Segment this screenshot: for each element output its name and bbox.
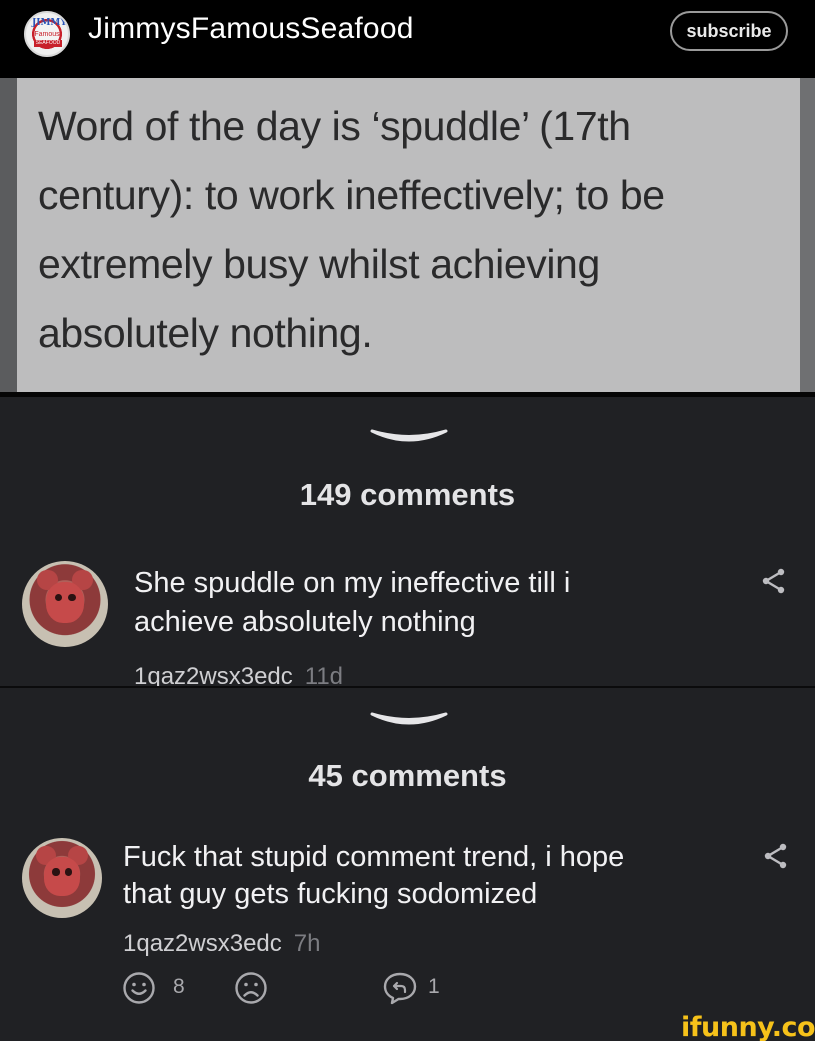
- share-icon[interactable]: [761, 567, 787, 595]
- avatar-art: [65, 868, 73, 876]
- post-text: Word of the day is ‘spuddle’ (17th centu…: [38, 92, 798, 368]
- subscribe-button[interactable]: subscribe: [670, 11, 788, 51]
- logo-text-top: JIMMY'S: [32, 18, 70, 28]
- channel-avatar[interactable]: JIMMY'S Famous SEAFOOD: [24, 11, 70, 57]
- avatar[interactable]: [22, 561, 108, 647]
- comment-time: 7h: [293, 930, 321, 957]
- avatar-art: [44, 857, 80, 896]
- comment-line: She spuddle on my ineffective till i: [134, 567, 571, 599]
- smile-count: 8: [173, 975, 185, 998]
- share-icon[interactable]: [763, 842, 789, 870]
- post-text-line: Word of the day is ‘spuddle’ (17th: [38, 103, 631, 149]
- comment-meta: 1qaz2wsx3edc 7h: [123, 930, 320, 958]
- post-text-line: century): to work ineffectively; to be: [38, 172, 665, 218]
- comments-count[interactable]: 45 comments: [0, 758, 815, 794]
- channel-header: JIMMY'S Famous SEAFOOD JimmysFamousSeafo…: [0, 0, 815, 78]
- post-image[interactable]: Word of the day is ‘spuddle’ (17th centu…: [0, 78, 815, 392]
- chevron-down-icon[interactable]: [368, 427, 450, 449]
- post-text-line: absolutely nothing.: [38, 310, 373, 356]
- frown-button[interactable]: [234, 971, 270, 1005]
- chevron-down-icon[interactable]: [368, 710, 450, 732]
- comment-username[interactable]: 1qaz2wsx3edc: [123, 930, 282, 957]
- ifunny-watermark: ifunny.co: [681, 1012, 815, 1041]
- comment-line: Fuck that stupid comment trend, i hope: [123, 841, 625, 873]
- comments-section: 45 comments Fuck that stupid comment tre…: [0, 688, 815, 1041]
- comments-count[interactable]: 149 comments: [0, 477, 815, 513]
- comment-text: She spuddle on my ineffective till i ach…: [134, 564, 714, 642]
- reply-button[interactable]: 1: [382, 971, 442, 1005]
- channel-name[interactable]: JimmysFamousSeafood: [88, 12, 414, 46]
- logo-text-bottom: SEAFOOD: [34, 40, 62, 47]
- logo-text-middle: Famous: [34, 31, 60, 38]
- post-text-line: extremely busy whilst achieving: [38, 241, 600, 287]
- comments-section: 149 comments She spuddle on my ineffecti…: [0, 392, 815, 690]
- reply-count: 1: [428, 975, 440, 998]
- avatar[interactable]: [22, 838, 102, 918]
- smile-icon: [123, 972, 155, 1004]
- reply-icon: [383, 972, 417, 1005]
- avatar-art: [46, 581, 84, 623]
- comment-line: that guy gets fucking sodomized: [123, 878, 538, 910]
- comment-text: Fuck that stupid comment trend, i hope t…: [123, 839, 723, 913]
- frown-icon: [235, 972, 267, 1004]
- post-image-edge: [800, 78, 815, 392]
- comment-line: achieve absolutely nothing: [134, 606, 476, 638]
- avatar-art: [52, 868, 60, 876]
- smile-button[interactable]: 8: [122, 971, 192, 1005]
